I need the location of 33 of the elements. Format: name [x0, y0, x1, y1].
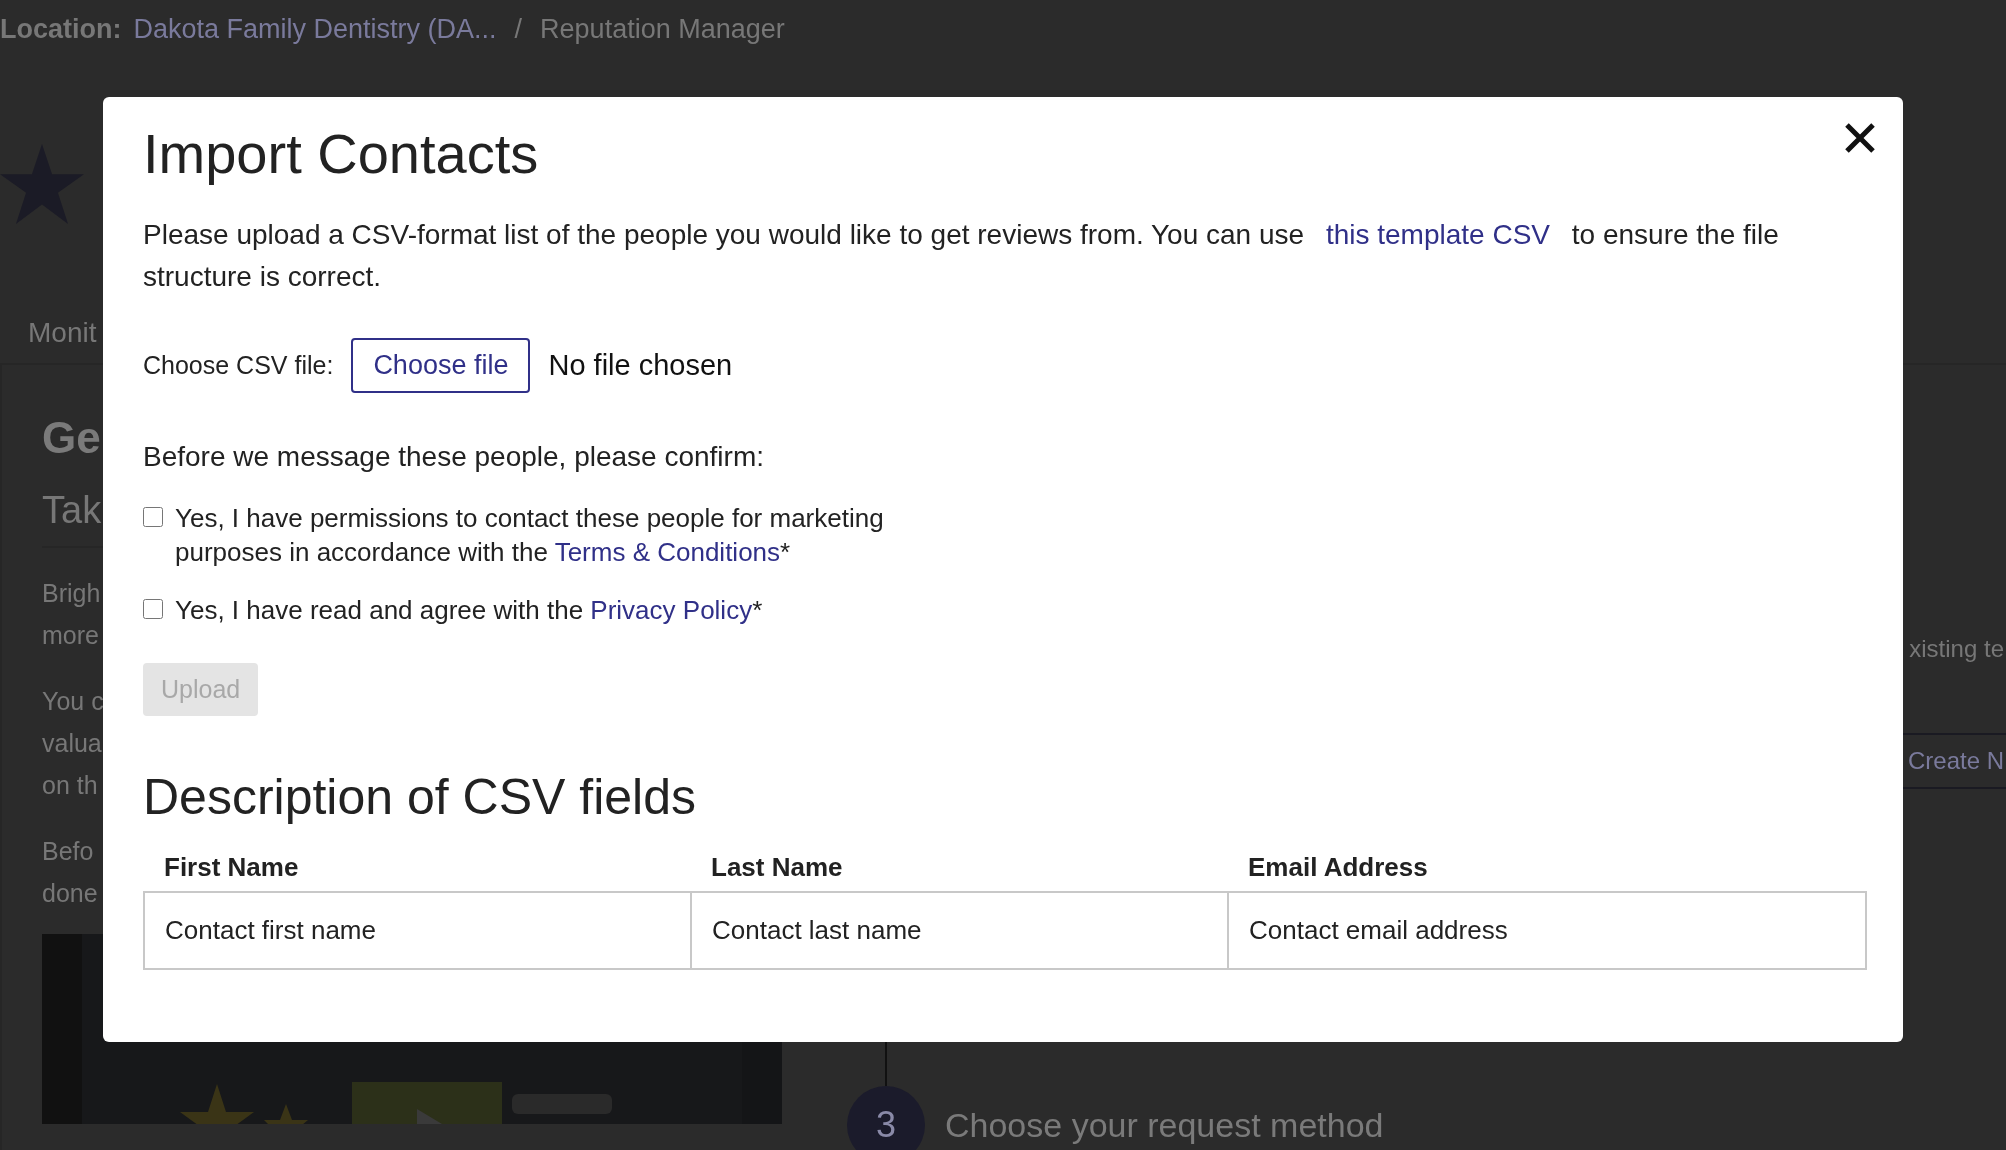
- section-heading: Ge: [42, 413, 101, 463]
- field-label: Choose CSV file:: [143, 351, 334, 380]
- paragraph-text: more: [42, 620, 99, 651]
- paragraph-text: done: [42, 878, 98, 909]
- table-cell: Contact first name: [144, 892, 691, 969]
- paragraph-text: You c: [42, 686, 104, 717]
- paragraph-text: on th: [42, 770, 98, 801]
- breadcrumb-label: Location:: [0, 14, 122, 45]
- checkbox-label: Yes, I have read and agree with the Privacy Policy*: [175, 594, 763, 627]
- choose-file-button[interactable]: Choose file: [351, 338, 531, 393]
- column-header: First Name: [144, 844, 691, 892]
- paragraph-text: Befo: [42, 836, 94, 867]
- confirm-prompt: Before we message these people, please confirm:: [143, 441, 766, 473]
- breadcrumb-current: Reputation Manager: [540, 14, 785, 45]
- paragraph-text: xisting te: [1909, 635, 2005, 663]
- paragraph-text: valua: [42, 728, 102, 759]
- paragraph-text: Brigh: [42, 578, 101, 609]
- dialog-title: Import Contacts: [143, 121, 539, 186]
- step-title: Choose your request method: [945, 1105, 1384, 1145]
- column-header: Last Name: [691, 844, 1228, 892]
- checkbox[interactable]: [143, 599, 163, 619]
- file-status: No file chosen: [548, 349, 733, 382]
- instruction-text: Please upload a CSV-format list of the people you would like to get reviews from. You can use this template CSV to ensure the file structure is correct.: [143, 218, 1780, 294]
- template-link[interactable]: this template CSV: [1325, 219, 1550, 250]
- section-title: Description of CSV fields: [143, 768, 697, 826]
- policy-link[interactable]: Privacy Policy: [590, 595, 753, 625]
- table-cell: Contact last name: [691, 892, 1228, 969]
- breadcrumb-separator: /: [514, 14, 523, 45]
- step-number: 3: [847, 1086, 925, 1150]
- checkbox[interactable]: [143, 507, 163, 527]
- table-cell: Contact email address: [1228, 892, 1866, 969]
- column-header: Email Address: [1228, 844, 1866, 892]
- close-icon[interactable]: [1843, 121, 1877, 155]
